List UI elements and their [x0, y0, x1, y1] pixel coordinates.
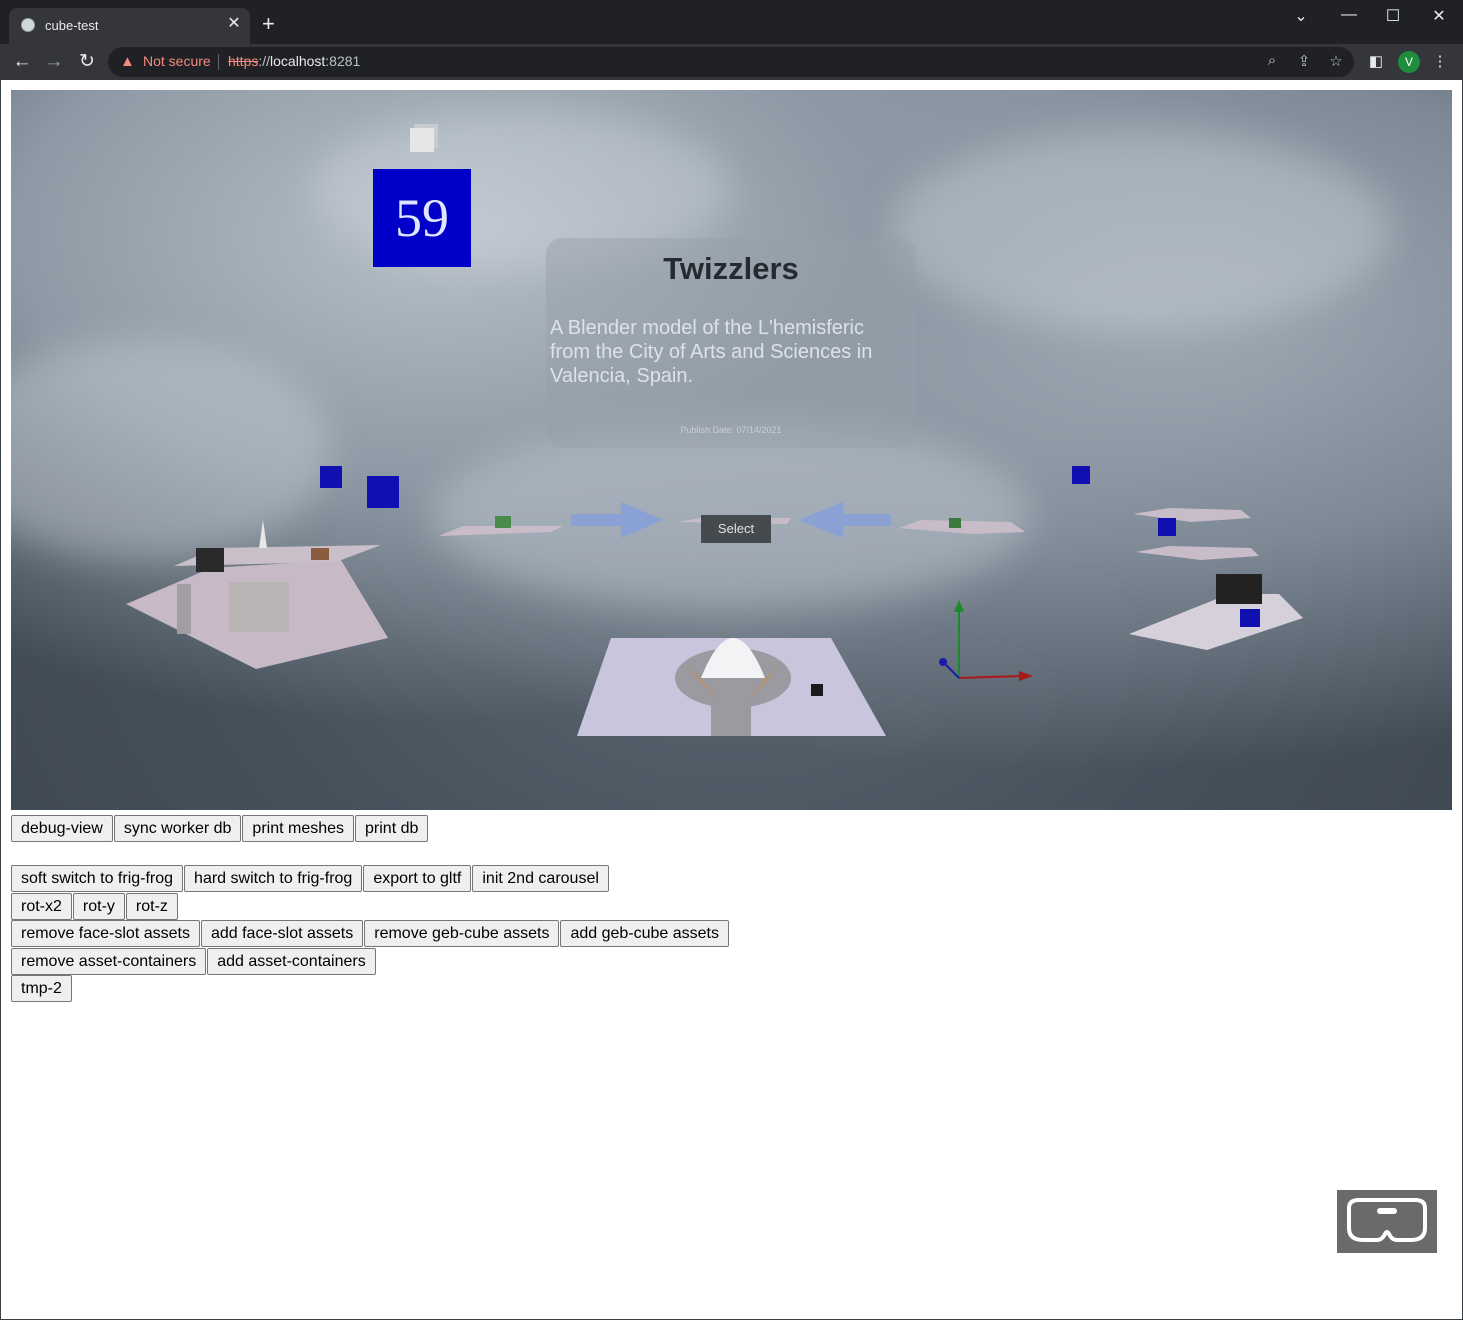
info-description: A Blender model of the L'hemisferic from…: [550, 317, 873, 387]
left-panel-object: [177, 584, 191, 634]
profile-avatar[interactable]: V: [1398, 51, 1420, 73]
stack-object: [949, 518, 961, 528]
url-text[interactable]: https://localhost:8281: [228, 53, 360, 69]
hard-switch-button[interactable]: hard switch to frig-frog: [184, 865, 363, 892]
forward-icon[interactable]: →: [42, 50, 66, 74]
new-tab-button[interactable]: +: [262, 13, 275, 35]
small-card: [367, 476, 399, 508]
url-port: :8281: [325, 53, 361, 69]
tab-title: cube-test: [45, 18, 99, 33]
select-button[interactable]: Select: [701, 515, 771, 543]
vr-headset-icon: [1347, 1198, 1427, 1242]
print-db-button[interactable]: print db: [355, 815, 429, 842]
zoom-icon[interactable]: ⌕: [1262, 52, 1282, 69]
stack-object: [495, 516, 511, 528]
z-axis-dot: [939, 658, 947, 666]
add-asset-containers-button[interactable]: add asset-containers: [207, 948, 376, 975]
remove-asset-containers-button[interactable]: remove asset-containers: [11, 948, 207, 975]
close-window-icon[interactable]: ✕: [1424, 6, 1454, 26]
left-screen-object: [196, 548, 224, 572]
small-card: [320, 466, 342, 488]
warning-icon[interactable]: ▲: [120, 53, 135, 70]
bookmark-star-icon[interactable]: ☆: [1326, 52, 1346, 70]
right-screen-object: [1216, 574, 1262, 604]
info-title: Twizzlers: [663, 251, 799, 286]
button-row-1: debug-view sync worker db print meshes p…: [11, 815, 429, 842]
reload-icon[interactable]: ↻: [75, 50, 99, 74]
hemisferic-walkway: [711, 702, 751, 736]
brick-object: [311, 548, 329, 560]
right-platform: [1133, 508, 1251, 522]
button-row-6: tmp-2: [11, 975, 73, 1002]
info-date: Publish Date: 07/14/2021: [680, 425, 782, 435]
left-wall-object: [229, 582, 289, 632]
add-face-slot-assets-button[interactable]: add face-slot assets: [200, 920, 364, 947]
share-icon[interactable]: ⇪: [1294, 52, 1314, 70]
rot-x2-button[interactable]: rot-x2: [11, 893, 72, 920]
address-bar[interactable]: ▲ Not secure https://localhost:8281 ⌕ ⇪ …: [108, 47, 1354, 77]
small-card: [1158, 518, 1176, 536]
url-scheme: https: [228, 53, 259, 69]
back-icon[interactable]: ←: [10, 50, 34, 74]
url-separator: ://: [258, 53, 271, 69]
vr-button[interactable]: [1337, 1190, 1437, 1253]
print-meshes-button[interactable]: print meshes: [242, 815, 355, 842]
small-cube-object: [811, 684, 823, 696]
x-axis-gizmo: [958, 675, 1024, 679]
small-platform: [899, 520, 1025, 534]
small-card: [1072, 466, 1090, 484]
side-panel-icon[interactable]: ◧: [1366, 52, 1386, 70]
favicon-icon: [21, 18, 35, 32]
menu-icon[interactable]: ⋮: [1430, 52, 1450, 70]
scene-geometry: [126, 466, 1303, 736]
remove-geb-cube-assets-button[interactable]: remove geb-cube assets: [364, 920, 560, 947]
export-gltf-button[interactable]: export to gltf: [363, 865, 472, 892]
button-row-5: remove asset-containers add asset-contai…: [11, 948, 377, 975]
left-arrow: [571, 502, 663, 538]
number-card: 59: [373, 169, 471, 267]
browser-toolbar: ← → ↻ ▲ Not secure https://localhost:828…: [0, 44, 1463, 80]
remove-face-slot-assets-button[interactable]: remove face-slot assets: [11, 920, 200, 947]
button-row-3: rot-x2 rot-y rot-z: [11, 893, 179, 920]
minimize-icon[interactable]: —: [1334, 6, 1364, 24]
tmp-2-button[interactable]: tmp-2: [11, 975, 72, 1002]
rot-z-button[interactable]: rot-z: [125, 893, 178, 920]
divider: [218, 54, 219, 70]
x-axis-arrow: [1019, 671, 1033, 681]
right-arrow: [799, 502, 891, 538]
debug-view-button[interactable]: debug-view: [11, 815, 113, 842]
right-platform: [1136, 546, 1259, 560]
init-2nd-carousel-button[interactable]: init 2nd carousel: [472, 865, 609, 892]
rot-y-button[interactable]: rot-y: [72, 893, 125, 920]
button-row-2: soft switch to frig-frog hard switch to …: [11, 865, 610, 892]
tab-search-icon[interactable]: ⌄: [1286, 6, 1316, 26]
security-label[interactable]: Not secure: [143, 53, 211, 69]
render-canvas[interactable]: 59 Twizzlers A Blender model of the L'he…: [11, 90, 1452, 810]
maximize-icon[interactable]: ☐: [1378, 6, 1408, 26]
tower-object: [259, 520, 267, 548]
url-host: localhost: [270, 53, 326, 69]
add-geb-cube-assets-button[interactable]: add geb-cube assets: [560, 920, 729, 947]
info-panel: Twizzlers A Blender model of the L'hemis…: [546, 238, 916, 448]
browser-tab[interactable]: cube-test ✕: [9, 8, 250, 44]
button-row-4: remove face-slot assets add face-slot as…: [11, 920, 730, 947]
soft-switch-button[interactable]: soft switch to frig-frog: [11, 865, 184, 892]
floating-cube: [410, 128, 434, 152]
small-card: [1240, 609, 1260, 627]
tab-close-icon[interactable]: ✕: [225, 15, 243, 33]
y-axis-arrow: [954, 600, 964, 612]
sync-worker-db-button[interactable]: sync worker db: [113, 815, 242, 842]
tab-strip: cube-test ✕ + ⌄ — ☐ ✕: [0, 0, 1463, 44]
